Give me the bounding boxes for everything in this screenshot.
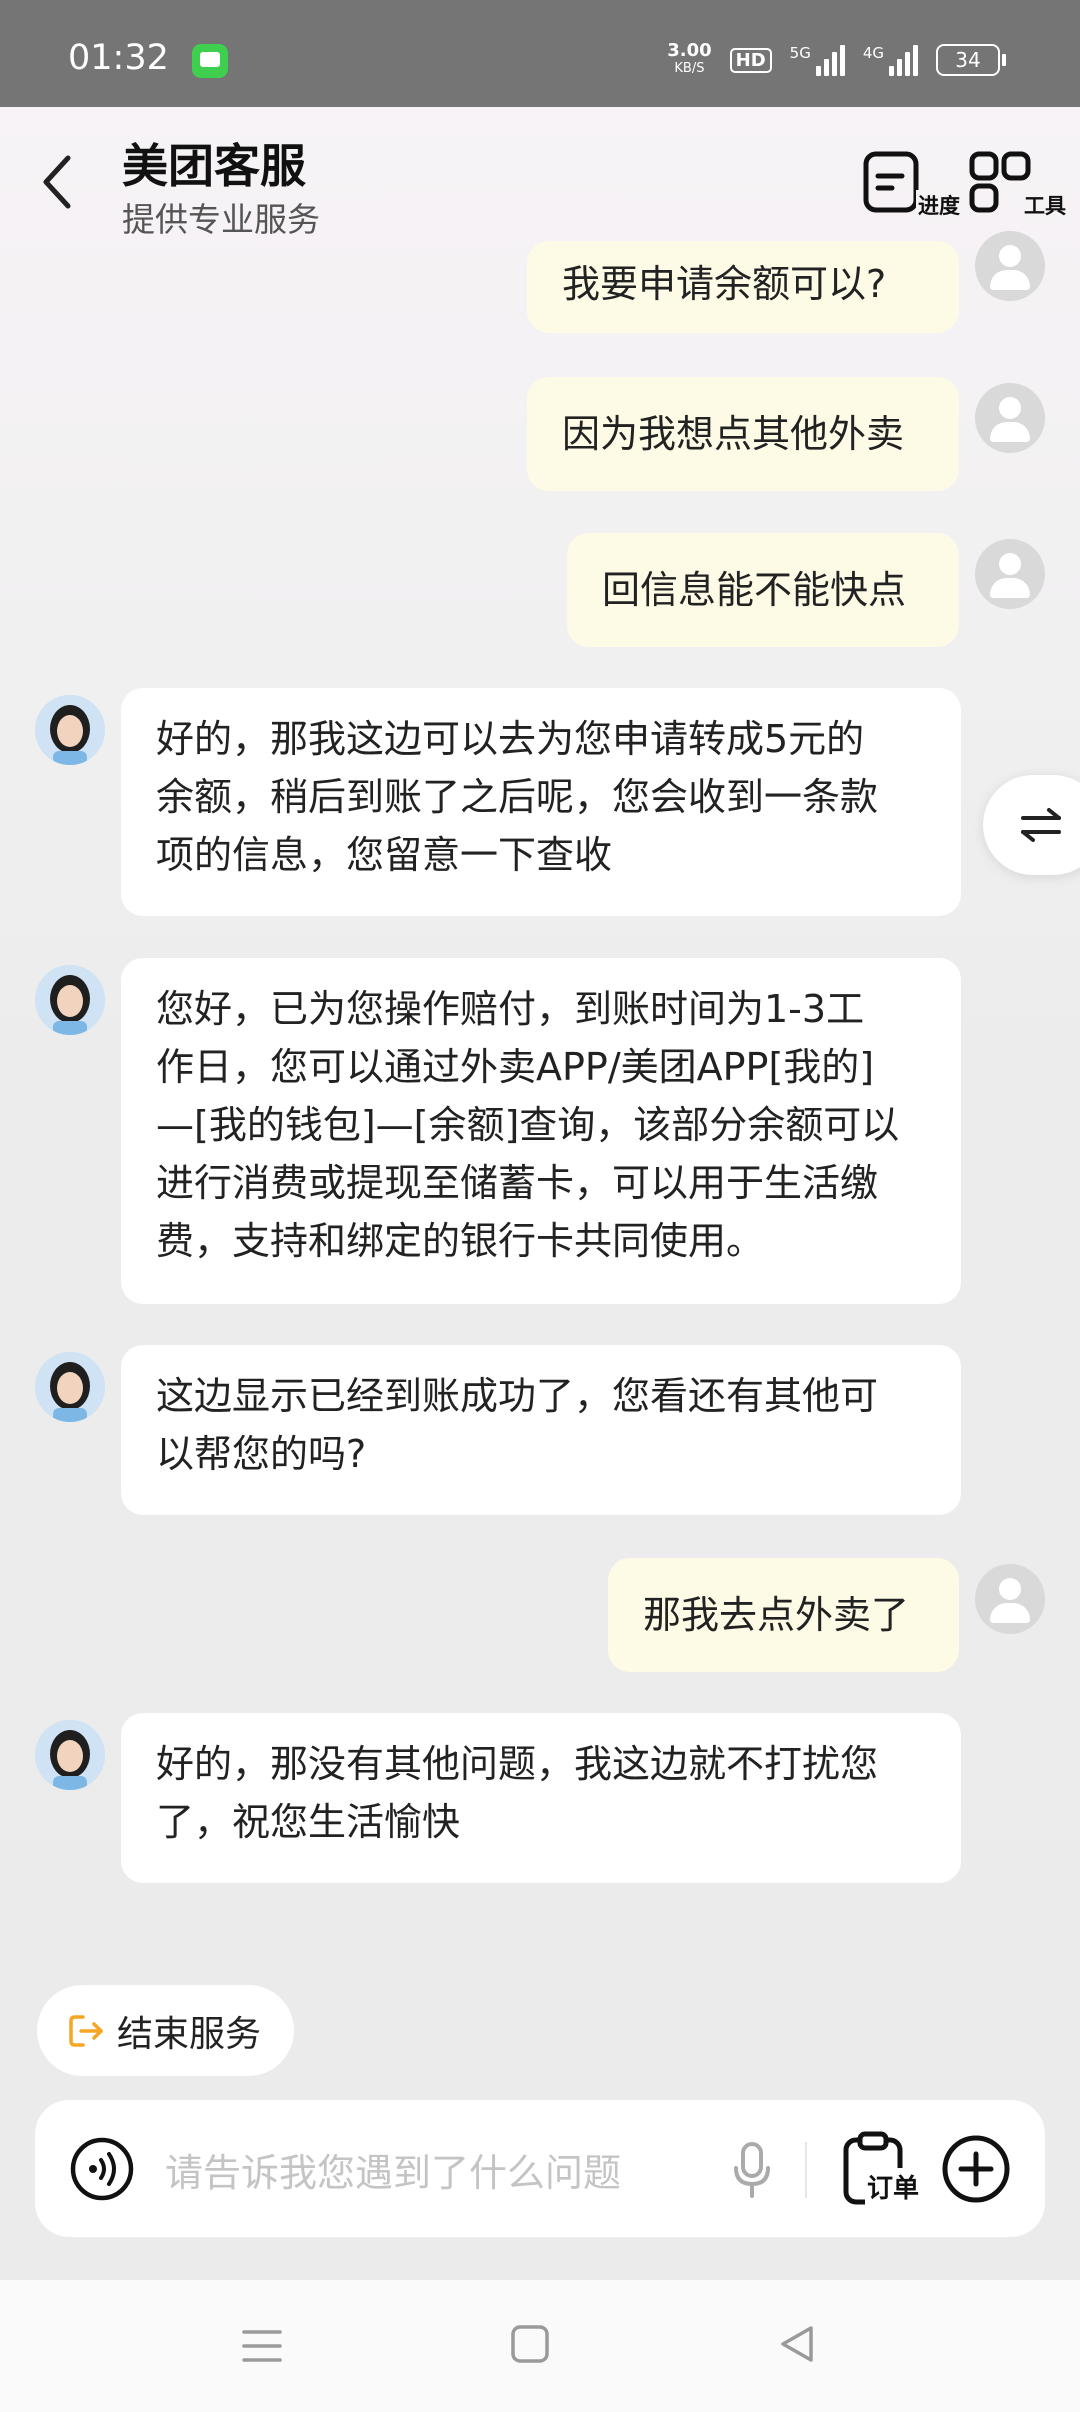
message-line: 项的信息，您留意一下查收 — [156, 833, 613, 877]
order-label: 订单 — [865, 2168, 922, 2205]
microphone-icon[interactable] — [730, 2140, 774, 2200]
user-avatar — [975, 383, 1045, 453]
hd-icon: HD — [729, 47, 772, 73]
message-bubble-user: 我要申请余额可以? — [527, 241, 959, 333]
exit-icon — [69, 2015, 103, 2047]
signal-4g-label: 4G — [862, 44, 884, 62]
message-text: 因为我想点其他外卖 — [562, 412, 905, 456]
message-line: 作日，您可以通过外卖APP/美团APP[我的] — [156, 1045, 875, 1089]
end-service-label: 结束服务 — [117, 2014, 262, 2055]
user-avatar — [975, 539, 1045, 609]
message-text: 回信息能不能快点 — [602, 568, 907, 612]
voice-mode-icon[interactable] — [69, 2136, 135, 2202]
agent-avatar — [35, 1720, 105, 1790]
chevron-left-icon — [43, 155, 71, 209]
messages-app-icon — [192, 44, 228, 78]
signal-4g-icon: 4G — [863, 44, 918, 76]
message-line: —[我的钱包]—[余额]查询，该部分余额可以 — [156, 1103, 900, 1147]
message-bubble-agent: 好的，那我这边可以去为您申请转成5元的 余额，稍后到账了之后呢，您会收到一条款 … — [121, 688, 961, 916]
user-avatar — [975, 1564, 1045, 1634]
battery-level: 34 — [955, 48, 981, 72]
agent-avatar — [35, 1352, 105, 1422]
home-icon[interactable] — [510, 2324, 550, 2364]
signal-5g-label: 5G — [789, 44, 811, 62]
message-text: 那我去点外卖了 — [643, 1593, 910, 1637]
message-line: 这边显示已经到账成功了，您看还有其他可 — [156, 1374, 879, 1418]
progress-button[interactable]: 进度 — [862, 150, 962, 220]
network-speed-value: 3.00 — [667, 40, 712, 61]
message-text: 我要申请余额可以? — [562, 262, 887, 306]
battery-icon: 34 — [936, 44, 1006, 76]
message-bubble-user: 因为我想点其他外卖 — [527, 377, 959, 491]
message-line: 好的，那没有其他问题，我这边就不打扰您 — [156, 1742, 879, 1786]
message-bubble-agent: 这边显示已经到账成功了，您看还有其他可 以帮您的吗? — [121, 1345, 961, 1515]
message-bubble-user: 回信息能不能快点 — [567, 533, 959, 647]
back-triangle-icon[interactable] — [775, 2322, 819, 2366]
network-speed-unit: KB/S — [674, 61, 705, 76]
tools-button[interactable]: 工具 — [968, 150, 1068, 220]
menu-icon[interactable] — [240, 2324, 284, 2368]
swap-arrows-icon — [1021, 808, 1061, 842]
message-bubble-agent: 好的，那没有其他问题，我这边就不打扰您 了，祝您生活愉快 — [121, 1713, 961, 1883]
agent-avatar — [35, 695, 105, 765]
page-title: 美团客服 — [122, 139, 306, 193]
message-line: 费，支持和绑定的银行卡共同使用。 — [156, 1219, 765, 1263]
signal-5g-icon: 5G — [790, 44, 845, 76]
plus-circle-icon[interactable] — [941, 2134, 1011, 2204]
message-line: 您好，已为您操作赔付，到账时间为1-3工 — [156, 987, 865, 1031]
divider — [805, 2142, 807, 2198]
status-time: 01:32 — [68, 38, 169, 78]
message-input[interactable]: 请告诉我您遇到了什么问题 — [165, 2142, 621, 2197]
agent-avatar — [35, 965, 105, 1035]
message-bubble-user: 那我去点外卖了 — [608, 1558, 959, 1672]
network-speed: 3.00 KB/S — [667, 42, 711, 78]
message-line: 以帮您的吗? — [156, 1432, 367, 1476]
end-service-button[interactable]: 结束服务 — [37, 1985, 294, 2076]
message-bubble-agent: 您好，已为您操作赔付，到账时间为1-3工 作日，您可以通过外卖APP/美团APP… — [121, 958, 961, 1304]
message-input-bar: 请告诉我您遇到了什么问题 订单 — [35, 2100, 1045, 2237]
status-bar: 01:32 3.00 KB/S HD 5G 4G 34 — [0, 0, 1080, 107]
message-line: 余额，稍后到账了之后呢，您会收到一条款 — [156, 775, 879, 819]
tools-label: 工具 — [1022, 190, 1068, 220]
system-nav-bar — [0, 2280, 1080, 2412]
user-avatar — [975, 231, 1045, 301]
back-button[interactable] — [34, 150, 82, 214]
progress-label: 进度 — [916, 190, 962, 220]
switch-button[interactable] — [983, 775, 1080, 875]
message-line: 好的，那我这边可以去为您申请转成5元的 — [156, 717, 865, 761]
message-line: 进行消费或提现至储蓄卡，可以用于生活缴 — [156, 1161, 879, 1205]
progress-icon — [863, 151, 919, 213]
message-line: 了，祝您生活愉快 — [156, 1800, 461, 1844]
page-subtitle: 提供专业服务 — [122, 200, 320, 239]
